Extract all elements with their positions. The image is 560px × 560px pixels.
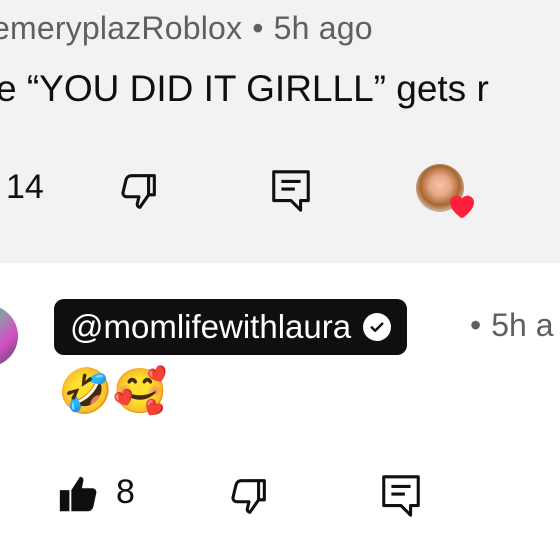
comment-text: 🤣🥰 [58, 366, 168, 417]
like-icon[interactable] [56, 471, 102, 517]
dislike-icon[interactable] [226, 473, 272, 519]
comment-time: 5h a [491, 307, 554, 343]
author-chip[interactable]: @momlifewithlaura [54, 299, 408, 355]
top-comment: emeryplazRoblox • 5h ago e “YOU DID IT GIR… [0, 0, 560, 263]
verified-check-icon [363, 313, 392, 341]
comment-time: 5h ago [273, 10, 373, 46]
comment-meta: • 5h a [470, 307, 553, 344]
separator-dot: • [252, 10, 264, 46]
comment-text: e “YOU DID IT GIRLLL” gets r [0, 68, 489, 109]
avatar[interactable] [0, 305, 18, 367]
creator-heart-badge [416, 164, 474, 219]
author-name: @momlifewithlaura [70, 308, 352, 345]
separator-dot: • [470, 307, 482, 343]
like-count: 8 [116, 473, 135, 511]
comment-actions: 14 [0, 160, 560, 220]
comment-header: emeryplazRoblox • 5h ago [0, 10, 373, 47]
second-comment: @momlifewithlaura • 5h a 🤣🥰 8 [0, 263, 560, 560]
heart-icon [450, 195, 474, 219]
like-count: 14 [6, 168, 44, 206]
dislike-icon[interactable] [116, 168, 162, 214]
reply-icon[interactable] [268, 166, 314, 216]
comments-page: emeryplazRoblox • 5h ago e “YOU DID IT GIR… [0, 0, 560, 560]
author-name[interactable]: emeryplazRoblox [0, 10, 242, 46]
reply-icon[interactable] [378, 471, 424, 521]
comment-actions: 8 [0, 463, 560, 523]
